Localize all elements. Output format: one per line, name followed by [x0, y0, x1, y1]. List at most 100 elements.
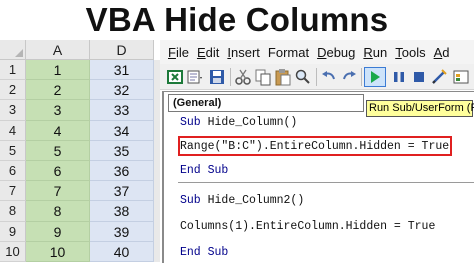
find-icon[interactable] — [294, 68, 312, 86]
table-row: 2 2 32 — [0, 80, 160, 101]
row-header[interactable]: 6 — [0, 160, 26, 182]
menu-label: un — [372, 44, 388, 60]
code-text: Hide_Column() — [200, 116, 298, 129]
object-dropdown[interactable]: (General) — [168, 94, 364, 112]
menu-label: ools — [401, 44, 426, 60]
code-line: Sub Hide_Column() — [180, 116, 297, 130]
procedure-separator — [178, 182, 474, 183]
code-line: Sub Hide_Column2() — [180, 194, 304, 208]
code-line: End Sub — [180, 164, 228, 178]
table-row: 6 6 36 — [0, 160, 160, 182]
table-row: 5 5 35 — [0, 140, 160, 161]
code-text: Columns(1).EntireColumn.Hidden = True — [180, 220, 436, 233]
column-header-a[interactable]: A — [26, 40, 90, 60]
menu-accel: E — [196, 44, 206, 60]
cell-d[interactable]: 31 — [90, 60, 154, 81]
toolbar-separator — [230, 68, 231, 86]
save-icon[interactable] — [208, 68, 226, 86]
cell-d[interactable]: 37 — [90, 181, 154, 202]
cell-d[interactable]: 33 — [90, 100, 154, 121]
project-explorer-icon[interactable] — [452, 68, 470, 86]
cell-a[interactable]: 7 — [26, 181, 90, 202]
cell-d[interactable]: 40 — [90, 241, 154, 262]
reset-icon[interactable] — [410, 68, 428, 86]
menu-item[interactable]: Insert — [227, 45, 260, 60]
keyword: Sub — [180, 116, 201, 129]
row-header[interactable]: 9 — [0, 221, 26, 242]
menu-item[interactable]: Ad — [434, 45, 450, 60]
menu-item[interactable]: File — [168, 45, 189, 60]
table-row: 1 1 31 — [0, 60, 160, 81]
row-header[interactable]: 1 — [0, 60, 26, 81]
sheet-rows: 1 1 31 2 2 32 3 3 33 4 4 34 5 5 35 6 6 36 7 7 37 8 8 38 9 9 39 10 10… — [0, 60, 160, 262]
menu-accel: A — [433, 44, 443, 60]
row-header[interactable]: 3 — [0, 100, 26, 121]
table-row: 4 4 34 — [0, 120, 160, 141]
select-all-corner[interactable] — [0, 40, 26, 60]
row-header[interactable]: 7 — [0, 181, 26, 202]
table-row: 8 8 38 — [0, 201, 160, 222]
menu-accel: F — [168, 44, 176, 60]
menu-item[interactable]: Tools — [395, 45, 425, 60]
redo-icon[interactable] — [340, 68, 358, 86]
keyword: End Sub — [180, 164, 229, 177]
table-row: 10 10 40 — [0, 241, 160, 262]
break-icon[interactable] — [390, 68, 408, 86]
toolbar-separator — [316, 68, 317, 86]
paste-icon[interactable] — [274, 68, 292, 86]
row-header[interactable]: 4 — [0, 120, 26, 141]
cell-a[interactable]: 10 — [26, 241, 90, 262]
run-sub-button[interactable] — [364, 67, 386, 87]
toolbar-separator — [361, 68, 362, 86]
design-mode-icon[interactable] — [430, 68, 448, 86]
play-icon — [371, 71, 380, 83]
cell-a[interactable]: 5 — [26, 140, 90, 161]
code-line: End Sub — [180, 246, 228, 260]
cell-a[interactable]: 1 — [26, 60, 90, 81]
menu-label: ebug — [326, 44, 356, 60]
undo-icon[interactable] — [320, 68, 338, 86]
cell-a[interactable]: 6 — [26, 160, 90, 182]
menu-label: ile — [175, 44, 189, 60]
page-title: VBA Hide Columns — [85, 1, 389, 38]
row-header[interactable]: 5 — [0, 140, 26, 161]
cut-icon[interactable] — [234, 68, 252, 86]
menu-item[interactable]: Format — [268, 45, 309, 60]
cell-d[interactable]: 32 — [90, 80, 154, 101]
cell-a[interactable]: 8 — [26, 201, 90, 222]
cell-d[interactable]: 39 — [90, 221, 154, 242]
code-line: Columns(1).EntireColumn.Hidden = True — [180, 220, 435, 234]
cell-a[interactable]: 2 — [26, 80, 90, 101]
row-header[interactable]: 8 — [0, 201, 26, 222]
cell-a[interactable]: 3 — [26, 100, 90, 121]
insert-module-icon[interactable] — [186, 68, 204, 86]
menu-item[interactable]: Run — [363, 45, 387, 60]
keyword: End Sub — [180, 246, 229, 259]
menu-label: nsert — [231, 44, 260, 60]
table-row: 9 9 39 — [0, 221, 160, 242]
column-header-d[interactable]: D — [90, 40, 154, 60]
highlight-box — [178, 136, 452, 156]
menu-item[interactable]: Debug — [317, 45, 355, 60]
menu-label: d — [442, 44, 450, 60]
cell-a[interactable]: 9 — [26, 221, 90, 242]
toolbar — [160, 64, 474, 90]
row-header[interactable]: 10 — [0, 241, 26, 262]
table-row: 7 7 37 — [0, 181, 160, 202]
menu-label: dit — [205, 44, 220, 60]
keyword: Sub — [180, 194, 201, 207]
code-window[interactable]: (General) Run Sub/UserForm (F5) Sub Hide… — [162, 91, 474, 263]
table-row: 3 3 33 — [0, 100, 160, 121]
view-excel-icon[interactable] — [166, 68, 184, 86]
cell-a[interactable]: 4 — [26, 120, 90, 141]
menu-item[interactable]: Edit — [197, 45, 219, 60]
vba-editor: File Edit Insert Format Debug Run Tools Ad — [160, 40, 474, 263]
row-header[interactable]: 2 — [0, 80, 26, 101]
cell-d[interactable]: 38 — [90, 201, 154, 222]
spreadsheet: A D 1 1 31 2 2 32 3 3 33 4 4 34 5 5 35 6 6 36 7 7 37 8 8 38 9 9 39… — [0, 40, 160, 263]
code-text: Hide_Column2() — [200, 194, 305, 207]
copy-icon[interactable] — [254, 68, 272, 86]
cell-d[interactable]: 35 — [90, 140, 154, 161]
cell-d[interactable]: 34 — [90, 120, 154, 141]
cell-d[interactable]: 36 — [90, 160, 154, 182]
